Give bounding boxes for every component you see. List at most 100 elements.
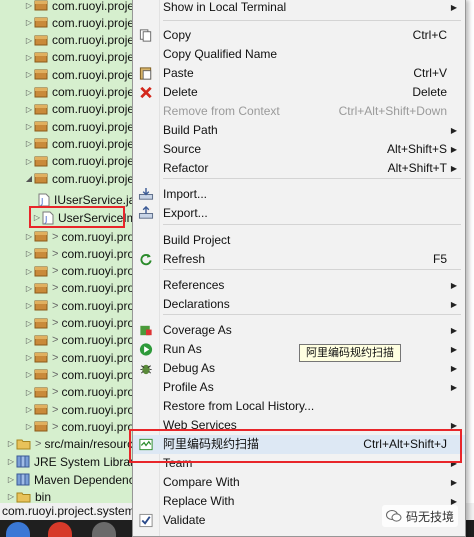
tree-item-package[interactable]: ▷ >com.ruoyi.proje — [24, 245, 134, 262]
menu-item-source[interactable]: Source Alt+Shift+S ▶ — [133, 140, 465, 159]
tree-item-package[interactable]: ◢ com.ruoyi.project — [24, 170, 134, 187]
tree-item-package[interactable]: ▷ >com.ruoyi.proje — [24, 384, 134, 401]
package-icon — [34, 173, 48, 184]
expand-arrow-icon[interactable]: ▷ — [6, 457, 16, 466]
submenu-arrow-icon: ▶ — [450, 300, 457, 309]
menu-item-remove-from-context: Remove from Context Ctrl+Alt+Shift+Down — [133, 102, 465, 121]
tree-item-label: com.ruoyi.proje — [61, 350, 134, 365]
menu-item-compare-with[interactable]: Compare With ▶ — [133, 473, 465, 492]
tree-item-package[interactable]: ▷ >com.ruoyi.proje — [24, 297, 134, 314]
menu-item-label: References — [163, 278, 225, 292]
expand-arrow-icon[interactable]: ▷ — [24, 70, 34, 79]
expand-arrow-icon[interactable]: ▷ — [24, 284, 34, 293]
collapse-arrow-icon[interactable]: ◢ — [24, 174, 34, 183]
tree-item-package[interactable]: ▷ >com.ruoyi.proje — [24, 332, 134, 349]
userserviceimpl-highlight-box — [29, 206, 125, 228]
tree-item-package[interactable]: ▷ >com.ruoyi.proje — [24, 349, 134, 366]
menu-item-restore-from-local-history[interactable]: Restore from Local History... — [133, 397, 465, 416]
expand-arrow-icon[interactable]: ▷ — [24, 319, 34, 328]
tree-item-package[interactable]: ▷ com.ruoyi.project — [24, 118, 134, 135]
menu-item-delete[interactable]: Delete Delete — [133, 83, 465, 102]
expand-arrow-icon[interactable]: ▷ — [24, 405, 34, 414]
menu-item-label: Coverage As — [163, 323, 232, 337]
menu-item-label: Refresh — [163, 252, 206, 266]
menu-item-refresh[interactable]: Refresh F5 — [133, 250, 465, 269]
tree-item-package[interactable]: ▷ com.ruoyi.project — [24, 101, 134, 118]
tree-item-package[interactable]: ▷ com.ruoyi.project — [24, 153, 134, 170]
tree-item-package[interactable]: ▷ com.ruoyi.project — [24, 84, 134, 101]
package-icon — [34, 369, 48, 380]
menu-item-declarations[interactable]: Declarations ▶ — [133, 295, 465, 314]
validate-check-icon — [139, 513, 153, 528]
menu-item-label: Build Path — [163, 123, 218, 137]
expand-arrow-icon[interactable]: ▷ — [24, 36, 34, 45]
expand-arrow-icon[interactable]: ▷ — [24, 422, 34, 431]
menu-item-import[interactable]: Import... — [133, 185, 465, 204]
menu-item-refactor[interactable]: Refactor Alt+Shift+T ▶ — [133, 159, 465, 178]
menu-item-copy[interactable]: Copy Ctrl+C — [133, 26, 465, 45]
expand-arrow-icon[interactable]: ▷ — [24, 267, 34, 276]
modified-marker-icon: > — [52, 386, 59, 399]
expand-arrow-icon[interactable]: ▷ — [24, 1, 34, 10]
modified-marker-icon: > — [52, 247, 59, 260]
expand-arrow-icon[interactable]: ▷ — [24, 139, 34, 148]
tree-item-package[interactable]: ▷ com.ruoyi.project — [24, 0, 134, 14]
menu-item-profile-as[interactable]: Profile As ▶ — [133, 378, 465, 397]
expand-arrow-icon[interactable]: ▷ — [6, 475, 16, 484]
expand-arrow-icon[interactable]: ▷ — [24, 157, 34, 166]
expand-arrow-icon[interactable]: ▷ — [24, 336, 34, 345]
menu-item-build-path[interactable]: Build Path ▶ — [133, 121, 465, 140]
tree-item-package[interactable]: ▷ >com.ruoyi.proje — [24, 315, 134, 332]
tree-item-bin[interactable]: ▷ bin — [6, 488, 51, 504]
tree-item-package[interactable]: ▷ >com.ruoyi.proje — [24, 280, 134, 297]
expand-arrow-icon[interactable]: ▷ — [24, 301, 34, 310]
menu-item-label: Run As — [163, 342, 202, 356]
menu-item-export[interactable]: Export... — [133, 204, 465, 223]
expand-arrow-icon[interactable]: ▷ — [24, 88, 34, 97]
menu-item-coverage-as[interactable]: Coverage As ▶ — [133, 321, 465, 340]
menu-item-paste[interactable]: Paste Ctrl+V — [133, 64, 465, 83]
submenu-arrow-icon: ▶ — [450, 281, 457, 290]
expand-arrow-icon[interactable]: ▷ — [24, 105, 34, 114]
tree-item-package[interactable]: ▷ >com.ruoyi.proje — [24, 263, 134, 280]
menu-item-copy-qualified-name[interactable]: Copy Qualified Name — [133, 45, 465, 64]
expand-arrow-icon[interactable]: ▷ — [24, 18, 34, 27]
tree-item-package[interactable]: ▷ com.ruoyi.project — [24, 49, 134, 66]
expand-arrow-icon[interactable]: ▷ — [24, 370, 34, 379]
tree-item-package[interactable]: ▷ >com.ruoyi.proje — [24, 366, 134, 383]
expand-arrow-icon[interactable]: ▷ — [6, 492, 16, 501]
interface-file-icon: J — [38, 193, 50, 206]
modified-marker-icon: > — [52, 265, 59, 278]
expand-arrow-icon[interactable]: ▷ — [24, 53, 34, 62]
tree-item-src-main-resources[interactable]: ▷ > src/main/resourc — [6, 435, 133, 452]
menu-item-references[interactable]: References ▶ — [133, 276, 465, 295]
menu-item-label: Compare With — [163, 475, 240, 489]
tree-item-package[interactable]: ▷ com.ruoyi.project — [24, 14, 134, 31]
modified-marker-icon: > — [52, 230, 59, 243]
expand-arrow-icon[interactable]: ▷ — [24, 353, 34, 362]
tree-item-package[interactable]: ▷ com.ruoyi.project — [24, 32, 134, 49]
tree-item-maven-dependencies[interactable]: ▷ Maven Dependencie — [6, 471, 134, 488]
tree-item-jre-library[interactable]: ▷ JRE System Library — [6, 453, 134, 470]
svg-text:J: J — [40, 197, 43, 206]
modified-marker-icon: > — [52, 403, 59, 416]
tree-item-label: Maven Dependencie — [34, 472, 134, 487]
submenu-arrow-icon: ▶ — [450, 3, 457, 12]
menu-item-label: Source — [163, 142, 202, 156]
tree-item-package[interactable]: ▷ >com.ruoyi.proje — [24, 401, 134, 418]
menu-item-build-project[interactable]: Build Project — [133, 231, 465, 250]
tree-item-package[interactable]: ▷ >com.ruoyi.proje — [24, 418, 134, 435]
package-icon — [34, 52, 48, 63]
tree-item-label: com.ruoyi.proje — [61, 298, 134, 313]
package-icon — [34, 248, 48, 259]
menu-item-shortcut: Ctrl+V — [413, 66, 447, 80]
expand-arrow-icon[interactable]: ▷ — [24, 249, 34, 258]
expand-arrow-icon[interactable]: ▷ — [24, 388, 34, 397]
expand-arrow-icon[interactable]: ▷ — [6, 439, 16, 448]
expand-arrow-icon[interactable]: ▷ — [24, 232, 34, 241]
expand-arrow-icon[interactable]: ▷ — [24, 122, 34, 131]
tree-item-package[interactable]: ▷ com.ruoyi.project — [24, 135, 134, 152]
tree-item-package[interactable]: ▷ com.ruoyi.project — [24, 66, 134, 83]
tree-item-package[interactable]: ▷ >com.ruoyi.proje — [24, 228, 134, 245]
menu-item-show-in-local-terminal[interactable]: Show in Local Terminal ▶ — [133, 0, 465, 17]
